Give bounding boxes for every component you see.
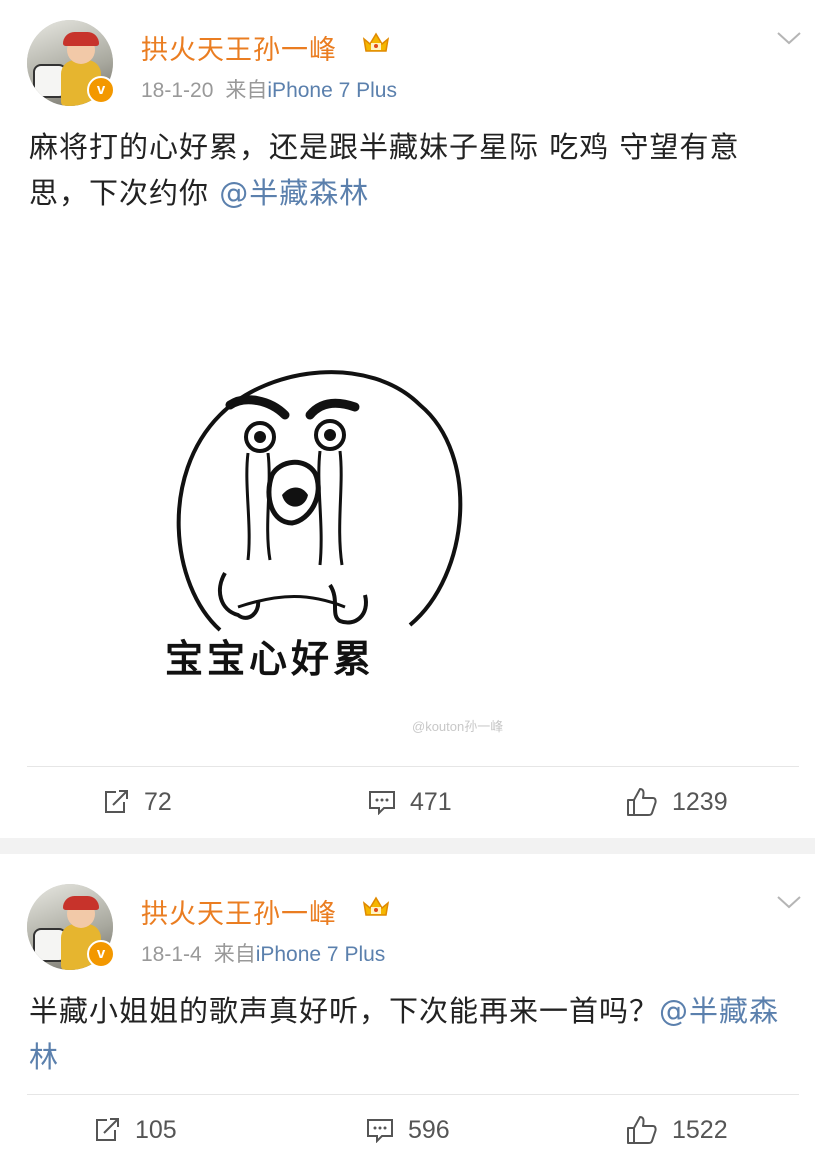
repost-count: 72 [144, 787, 172, 816]
divider [27, 1094, 799, 1095]
post-text: 半藏小姐姐的歌声真好听，下次能再来一首吗？@半藏森林 [29, 988, 799, 1080]
source-prefix: 来自 [225, 79, 268, 102]
action-bar: 72 471 1239 [0, 772, 815, 832]
crown-icon [362, 32, 390, 52]
v-badge-icon: v [87, 940, 115, 968]
thumbs-up-icon [627, 1116, 657, 1144]
mention-link[interactable]: @半藏森林 [219, 176, 369, 210]
weibo-post: v 拱火天王孙一峰 18-1-4 来自iPhone 7 Plus 半藏小姐姐的歌声… [0, 854, 815, 1168]
post-text: 麻将打的心好累，还是跟半藏妹子星际 吃鸡 守望有意思，下次约你 @半藏森林 [29, 124, 799, 216]
comment-count: 471 [410, 787, 452, 816]
like-count: 1522 [672, 1115, 728, 1144]
like-button[interactable]: 1239 [626, 772, 728, 832]
chevron-down-icon[interactable] [776, 30, 802, 46]
crown-icon [362, 896, 390, 916]
like-button[interactable]: 1522 [626, 1100, 728, 1160]
comment-button[interactable]: 596 [366, 1100, 450, 1160]
comment-icon [369, 791, 395, 815]
repost-icon [96, 1118, 119, 1141]
source-prefix: 来自 [213, 943, 256, 966]
post-meta: 18-1-20 来自iPhone 7 Plus [141, 74, 397, 104]
v-badge-icon: v [87, 76, 115, 104]
comment-icon [367, 1119, 393, 1143]
repost-count: 105 [135, 1115, 177, 1144]
repost-icon [105, 790, 128, 813]
post-date: 18-1-4 [141, 943, 202, 966]
post-body: 半藏小姐姐的歌声真好听，下次能再来一首吗？ [29, 994, 660, 1028]
comment-count: 596 [408, 1115, 450, 1144]
source-device[interactable]: iPhone 7 Plus [256, 943, 386, 966]
image-watermark: @kouton孙一峰 [412, 719, 504, 734]
weibo-post: v 拱火天王孙一峰 18-1-20 来自iPhone 7 Plus 麻将打的心好累… [0, 0, 815, 838]
username[interactable]: 拱火天王孙一峰 [141, 28, 337, 67]
username[interactable]: 拱火天王孙一峰 [141, 892, 337, 931]
meme-caption: 宝宝心好累 [165, 636, 376, 681]
repost-button[interactable]: 72 [102, 772, 172, 832]
post-body: 麻将打的心好累，还是跟半藏妹子星际 吃鸡 守望有意思，下次约你 [29, 130, 740, 210]
source-device[interactable]: iPhone 7 Plus [267, 79, 397, 102]
repost-button[interactable]: 105 [93, 1100, 177, 1160]
comment-button[interactable]: 471 [368, 772, 452, 832]
chevron-down-icon[interactable] [776, 894, 802, 910]
meme-image[interactable] [160, 345, 560, 745]
like-count: 1239 [672, 787, 728, 816]
thumbs-up-icon [627, 788, 657, 816]
post-separator [0, 838, 815, 854]
post-date: 18-1-20 [141, 79, 214, 102]
divider [27, 766, 799, 767]
action-bar: 105 596 1522 [0, 1100, 815, 1160]
post-meta: 18-1-4 来自iPhone 7 Plus [141, 938, 385, 968]
